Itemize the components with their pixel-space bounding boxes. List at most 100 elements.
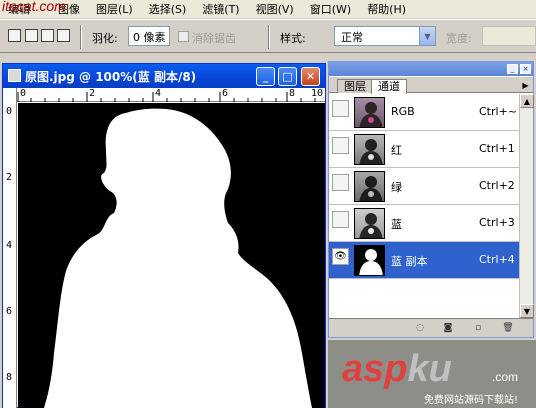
scroll-up-icon[interactable]: ▲ [520,94,534,108]
ruler-label: 6 [6,306,13,317]
channel-thumbnail [354,171,385,202]
person-thumbnail-icon [359,139,383,164]
person-thumbnail-icon [359,102,383,127]
channel-thumbnail [354,97,385,128]
add-selection-icon[interactable] [25,29,38,42]
separator [80,25,82,49]
menu-layer[interactable]: 图层(L) [88,1,141,17]
menu-help[interactable]: 帮助(H) [359,1,414,17]
chevron-down-icon[interactable]: ▼ [419,27,435,45]
site-logo: itocat.com [2,0,66,14]
menu-filter[interactable]: 滤镜(T) [194,1,247,17]
channel-shortcut: Ctrl+3 [479,216,515,229]
panel-close-icon[interactable]: × [520,64,531,74]
subtract-selection-icon[interactable] [41,29,54,42]
separator [268,25,270,49]
ruler-label: 8 [289,88,296,99]
ruler-label: 4 [6,240,13,251]
watermark: aspku .com 免费网站源码下载站! [328,340,536,408]
save-selection-icon[interactable]: ◙ [441,322,455,335]
ruler-label: 6 [222,88,229,99]
close-button[interactable]: ✕ [301,67,320,86]
channel-name: 红 [391,144,402,157]
document-title: 原图.jpg @ 100%(蓝 副本/8) [25,69,197,84]
watermark-domain: .com [492,370,519,384]
image-canvas[interactable] [18,103,325,408]
panel-minimize-icon[interactable]: _ [507,64,518,74]
load-selection-icon[interactable]: ◌ [413,322,427,335]
menubar: itocat.com 编辑 图像 图层(L) 选择(S) 滤镜(T) 视图(V)… [0,0,536,18]
mask-thumbnail-icon [359,249,383,275]
ruler-label: 4 [155,88,162,99]
antialias-label: 消除锯齿 [192,32,236,45]
panel-footer: ◌ ◙ ▫ 🗑 [329,318,533,337]
channel-name: RGB [391,105,415,118]
tab-layers[interactable]: 图层 [337,79,373,93]
width-input [482,26,536,46]
channel-shortcut: Ctrl+4 [479,253,515,266]
panel-menu-icon[interactable]: ▶ [520,80,531,91]
channel-name: 绿 [391,181,402,194]
channel-row-rgb[interactable]: RGB Ctrl+~ [329,94,519,131]
ruler-label: 2 [6,172,13,183]
tab-channels[interactable]: 通道 [371,79,407,94]
channel-row-green[interactable]: 绿 Ctrl+2 [329,168,519,205]
ruler-label: 10 [311,88,324,99]
visibility-toggle[interactable] [332,211,349,228]
trash-icon[interactable]: 🗑 [501,322,515,335]
document-window: 原图.jpg @ 100%(蓝 副本/8) _ □ ✕ 0 2 4 6 8 10… [2,63,326,408]
watermark-brand-b: ku [407,348,452,390]
watermark-tagline: 免费网站源码下载站! [424,395,519,406]
channel-thumbnail [354,245,385,276]
channel-thumbnail [354,208,385,239]
vertical-ruler: 0 2 4 6 8 [3,88,17,408]
visibility-toggle[interactable] [332,174,349,191]
panel-tabs: 图层 通道 ▶ [329,77,533,94]
channel-shortcut: Ctrl+1 [479,142,515,155]
document-titlebar[interactable]: 原图.jpg @ 100%(蓝 副本/8) [3,64,325,88]
ruler-label: 8 [6,372,13,383]
channel-shortcut: Ctrl+2 [479,179,515,192]
horizontal-ruler: 0 2 4 6 8 10 [17,88,325,102]
ruler-label: 0 [6,106,13,117]
person-thumbnail-icon [359,213,383,238]
maximize-button[interactable]: □ [278,67,297,86]
channel-shortcut: Ctrl+~ [479,105,518,118]
width-label: 宽度: [446,32,472,45]
options-bar: 羽化: 0 像素 消除锯齿 样式: 正常 ▼ 宽度: [0,19,536,53]
new-channel-icon[interactable]: ▫ [471,322,485,335]
channels-panel: _ × 图层 通道 ▶ RGB Ctrl+~ 红 Ctrl+1 绿 Ctrl+2 [328,61,534,338]
channel-row-blue-copy[interactable]: 👁 蓝 副本 Ctrl+4 [329,242,519,279]
visibility-toggle[interactable] [332,100,349,117]
watermark-brand: aspku [342,348,452,391]
ruler-label: 0 [20,88,27,99]
channel-name: 蓝 [391,218,402,231]
style-label: 样式: [280,32,306,45]
watermark-brand-a: asp [342,348,408,390]
scroll-down-icon[interactable]: ▼ [520,304,534,318]
channel-name: 蓝 副本 [391,255,428,268]
style-value: 正常 [341,31,363,44]
style-select[interactable]: 正常 ▼ [334,26,436,46]
intersect-selection-icon[interactable] [57,29,70,42]
person-thumbnail-icon [359,176,383,201]
feather-input[interactable]: 0 像素 [128,26,170,46]
channel-mask-silhouette [44,108,312,408]
panel-header[interactable]: _ × [329,62,533,76]
document-icon [8,69,21,82]
minimize-button[interactable]: _ [256,67,275,86]
menu-select[interactable]: 选择(S) [141,1,195,17]
visibility-toggle[interactable] [332,137,349,154]
channel-thumbnail [354,134,385,165]
menu-window[interactable]: 窗口(W) [302,1,359,17]
eye-icon[interactable]: 👁 [332,248,349,265]
channel-row-red[interactable]: 红 Ctrl+1 [329,131,519,168]
new-selection-icon[interactable] [8,29,21,42]
ruler-ticks [17,92,316,102]
panel-scrollbar[interactable]: ▲ ▼ [519,94,534,318]
menu-view[interactable]: 视图(V) [248,1,302,17]
feather-label: 羽化: [92,32,118,45]
antialias-checkbox[interactable] [178,31,189,42]
ruler-label: 2 [89,88,96,99]
channel-row-blue[interactable]: 蓝 Ctrl+3 [329,205,519,242]
